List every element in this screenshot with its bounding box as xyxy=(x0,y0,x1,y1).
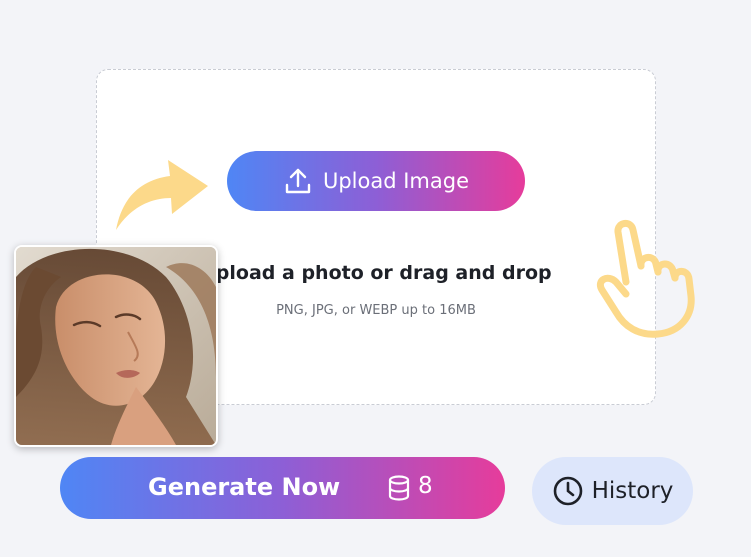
upload-hint: PNG, JPG, or WEBP up to 16MB xyxy=(276,303,476,318)
generate-now-button[interactable]: Generate Now 8 xyxy=(60,457,505,519)
credits-count: 8 xyxy=(418,473,433,499)
upload-button-label: Upload Image xyxy=(322,169,470,193)
generate-label: Generate Now xyxy=(148,473,341,501)
upload-title: Upload a photo or drag and drop xyxy=(200,262,552,284)
clock-icon xyxy=(552,475,584,507)
upload-icon xyxy=(283,166,313,196)
curved-arrow-icon xyxy=(116,160,208,230)
pointing-hand-icon xyxy=(597,220,695,338)
upload-image-button[interactable]: Upload Image xyxy=(227,151,525,211)
page: Upload Image Upload a photo or drag and … xyxy=(0,0,751,557)
database-icon xyxy=(388,475,410,501)
history-label: History xyxy=(591,478,674,504)
history-button[interactable]: History xyxy=(532,457,693,525)
sample-portrait-image xyxy=(14,245,218,447)
